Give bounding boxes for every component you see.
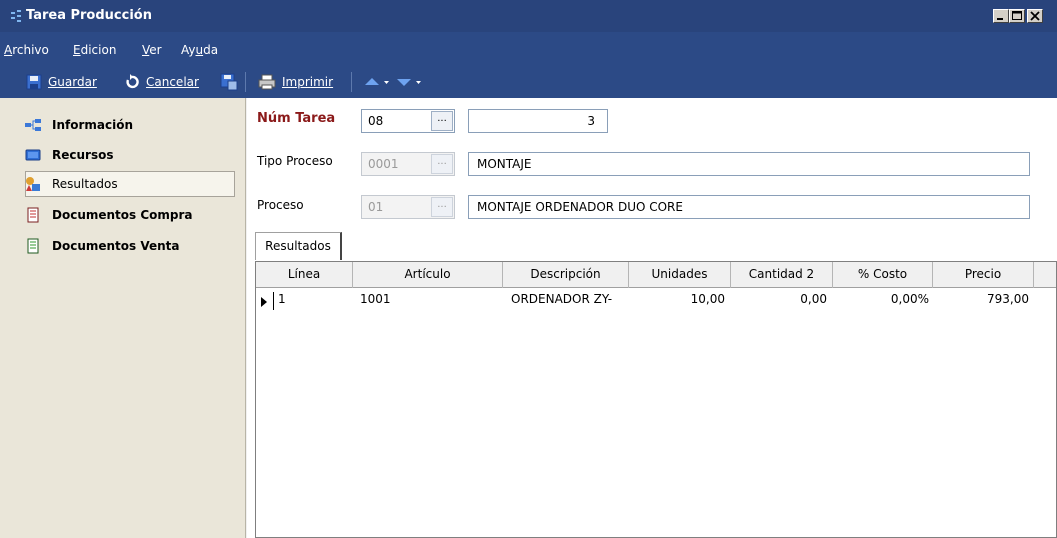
menu-ver-label: er xyxy=(149,43,162,57)
save-as-icon xyxy=(220,73,238,91)
num-tarea-value: 3 xyxy=(587,114,595,128)
proceso-browse-button: ... xyxy=(431,197,453,217)
sidebar-item-label: Documentos Compra xyxy=(52,208,193,222)
cancelar-label: Cancelar xyxy=(146,75,199,89)
sidebar-item-documentos-venta[interactable]: Documentos Venta xyxy=(25,233,235,259)
tipo-proceso-code: 0001 xyxy=(368,157,399,171)
menu-archivo[interactable]: Archivo xyxy=(4,43,49,57)
maximize-icon xyxy=(1012,11,1022,20)
sidebar-item-resultados[interactable]: Resultados xyxy=(25,171,235,197)
menu-bar: Archivo Edicion Ver Ayuda xyxy=(0,32,1057,66)
column-header-costo[interactable]: % Costo xyxy=(833,262,933,288)
sidebar-item-label: Resultados xyxy=(52,177,118,191)
imprimir-button[interactable]: Imprimir xyxy=(258,73,333,91)
save-as-button[interactable] xyxy=(220,73,238,91)
tipo-proceso-label: Tipo Proceso xyxy=(257,154,333,168)
document-red-icon xyxy=(27,207,39,223)
row-indicator-divider xyxy=(273,292,274,310)
sidebar-item-documentos-compra[interactable]: Documentos Compra xyxy=(25,202,235,228)
num-tarea-code: 08 xyxy=(368,114,384,128)
close-button[interactable] xyxy=(1027,9,1043,23)
tipo-proceso-browse-button: ... xyxy=(431,154,453,174)
application-window: Tarea Producción Archivo Edicion Ver Ayu… xyxy=(0,0,1057,538)
imprimir-label: Imprimir xyxy=(282,75,334,89)
navigation-sidebar: Información Recursos Resultados Document… xyxy=(0,98,246,538)
num-tarea-number-field[interactable]: 3 xyxy=(468,109,608,133)
close-icon xyxy=(1030,11,1040,21)
menu-ayuda-accesskey: u xyxy=(195,43,204,57)
current-row-indicator-icon xyxy=(261,297,267,307)
toolbar-separator xyxy=(351,72,352,92)
menu-ayuda-label-end: da xyxy=(203,43,219,57)
menu-edicion-label: dicion xyxy=(80,43,117,57)
grid-header: Línea Artículo Descripción Unidades Cant… xyxy=(256,262,1056,288)
column-header-linea[interactable]: Línea xyxy=(256,262,353,288)
menu-ayuda-label-start: Ay xyxy=(181,43,196,57)
arrow-down-dropdown-icon xyxy=(397,79,421,86)
table-row[interactable]: 1 1001 ORDENADOR ZY- 10,00 0,00 0,00% 79… xyxy=(256,289,1056,311)
navigate-down-button[interactable] xyxy=(396,73,422,91)
column-header-cantidad-2[interactable]: Cantidad 2 xyxy=(731,262,833,288)
results-grid[interactable]: Línea Artículo Descripción Unidades Cant… xyxy=(255,261,1057,538)
proceso-code-field: 01 ... xyxy=(361,195,455,219)
cell-unidades[interactable]: 10,00 xyxy=(629,292,725,306)
sidebar-item-label: Documentos Venta xyxy=(52,239,180,253)
save-icon xyxy=(26,74,42,90)
column-header-precio[interactable]: Precio xyxy=(933,262,1034,288)
navigate-up-button[interactable] xyxy=(364,73,390,91)
cancelar-button[interactable]: Cancelar xyxy=(124,73,199,91)
maximize-button[interactable] xyxy=(1009,9,1025,23)
num-tarea-browse-button[interactable]: ... xyxy=(431,111,453,131)
window-title: Tarea Producción xyxy=(26,8,152,23)
monitor-icon xyxy=(25,149,41,161)
main-panel: Núm Tarea 08 ... 3 Tipo Proceso 0001 ...… xyxy=(247,98,1057,538)
cell-descripcion[interactable]: ORDENADOR ZY- xyxy=(511,292,612,306)
sidebar-item-label: Recursos xyxy=(52,148,114,162)
num-tarea-code-field[interactable]: 08 ... xyxy=(361,109,455,133)
printer-icon xyxy=(258,74,276,90)
column-header-descripcion[interactable]: Descripción xyxy=(503,262,629,288)
proceso-description-field[interactable]: MONTAJE ORDENADOR DUO CORE xyxy=(468,195,1030,219)
minimize-button[interactable] xyxy=(993,9,1009,23)
menu-edicion-accesskey: E xyxy=(73,43,81,57)
menu-archivo-accesskey: A xyxy=(4,43,13,57)
tab-resultados[interactable]: Resultados xyxy=(255,232,342,260)
num-tarea-label: Núm Tarea xyxy=(257,111,336,126)
tipo-proceso-code-field: 0001 ... xyxy=(361,152,455,176)
sidebar-item-informacion[interactable]: Información xyxy=(25,112,235,138)
sidebar-item-recursos[interactable]: Recursos xyxy=(25,142,235,168)
menu-ver[interactable]: Ver xyxy=(142,43,162,57)
document-green-icon xyxy=(27,238,39,254)
menu-archivo-label: rchivo xyxy=(12,43,49,57)
toolbar-separator xyxy=(245,72,246,92)
column-header-articulo[interactable]: Artículo xyxy=(353,262,503,288)
column-header-unidades[interactable]: Unidades xyxy=(629,262,731,288)
undo-icon xyxy=(126,74,139,89)
cell-precio[interactable]: 793,00 xyxy=(933,292,1029,306)
minimize-icon xyxy=(997,18,1003,20)
app-icon xyxy=(11,10,21,22)
proceso-value: MONTAJE ORDENADOR DUO CORE xyxy=(477,200,683,214)
cell-articulo[interactable]: 1001 xyxy=(360,292,391,306)
network-icon xyxy=(25,119,41,131)
cell-cantidad-2[interactable]: 0,00 xyxy=(731,292,827,306)
menu-ayuda[interactable]: Ayuda xyxy=(181,43,218,57)
toolbar: Guardar Cancelar Imprimir xyxy=(0,66,1057,98)
guardar-button[interactable]: Guardar xyxy=(26,73,97,91)
cell-linea[interactable]: 1 xyxy=(278,292,286,306)
cell-costo[interactable]: 0,00% xyxy=(833,292,929,306)
guardar-label: Guardar xyxy=(48,75,97,89)
tipo-proceso-value: MONTAJE xyxy=(477,157,532,171)
proceso-label: Proceso xyxy=(257,198,304,212)
title-bar: Tarea Producción xyxy=(0,0,1057,32)
tipo-proceso-description-field[interactable]: MONTAJE xyxy=(468,152,1030,176)
arrow-up-dropdown-icon xyxy=(365,78,389,85)
proceso-code: 01 xyxy=(368,200,384,214)
shapes-icon xyxy=(26,177,40,191)
sidebar-item-label: Información xyxy=(52,118,134,132)
menu-edicion[interactable]: Edicion xyxy=(73,43,116,57)
